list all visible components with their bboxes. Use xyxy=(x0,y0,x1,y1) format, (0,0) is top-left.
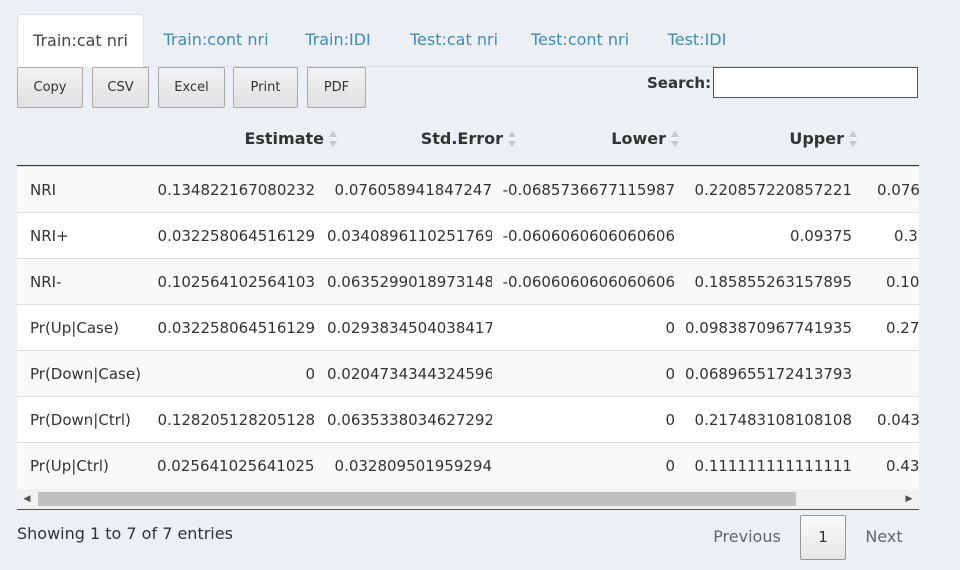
row-label: NRI xyxy=(30,181,57,199)
excel-button[interactable]: Excel xyxy=(158,67,225,108)
tab-bar: Train:cat nri Train:cont nri Train:IDI T… xyxy=(17,14,919,67)
next-page-button[interactable]: Next xyxy=(856,515,912,559)
column-header-label: Estimate xyxy=(244,129,324,148)
table-row: Pr(Up|Case) 0.032258064516129 0.02938345… xyxy=(17,304,919,351)
horizontal-scrollbar[interactable]: ◀ ▶ xyxy=(17,489,919,510)
search-label: Search: xyxy=(647,74,712,92)
row-label: NRI+ xyxy=(30,227,69,245)
estimate-cell: 0.032258064516129 xyxy=(157,227,315,245)
lower-cell: -0.0685736677115987 xyxy=(502,181,675,199)
row-label: NRI- xyxy=(30,273,62,291)
upper-cell: 0.09375 xyxy=(789,227,852,245)
data-table: Estimate Std.Error Lower Upper NRI 0.134… xyxy=(17,113,919,511)
column-header-lower[interactable]: Lower xyxy=(537,113,680,165)
tab-test-idi[interactable]: Test:IDI xyxy=(657,14,737,66)
lower-cell: -0.0606060606060606 xyxy=(502,273,675,291)
upper-cell: 0.217483108108108 xyxy=(694,411,852,429)
csv-button[interactable]: CSV xyxy=(92,67,149,108)
copy-button[interactable]: Copy xyxy=(17,67,83,108)
std-error-cell: 0.0635338034627292 xyxy=(327,411,492,429)
tab-train-cat-nri[interactable]: Train:cat nri xyxy=(17,14,144,67)
upper-cell: 0.0983870967741935 xyxy=(684,319,852,337)
truncated-cell: 0.076 xyxy=(877,181,919,199)
truncated-cell xyxy=(886,351,919,397)
table-header: Estimate Std.Error Lower Upper xyxy=(17,113,919,166)
estimate-cell: 0.128205128205128 xyxy=(157,411,315,429)
scroll-right-icon[interactable]: ▶ xyxy=(899,489,919,509)
lower-cell: -0.0606060606060606 xyxy=(502,227,675,245)
sort-icon xyxy=(849,130,857,147)
estimate-cell: 0.102564102564103 xyxy=(157,273,315,291)
column-header-estimate[interactable]: Estimate xyxy=(177,113,338,165)
estimate-cell: 0.032258064516129 xyxy=(157,319,315,337)
column-header-label: Std.Error xyxy=(420,129,503,148)
search-input[interactable] xyxy=(713,67,918,98)
row-label: Pr(Up|Ctrl) xyxy=(30,457,109,475)
lower-cell: 0 xyxy=(665,365,675,383)
row-label: Pr(Up|Case) xyxy=(30,319,119,337)
column-header-label: Lower xyxy=(611,129,666,148)
estimate-cell: 0.0256410256410256 xyxy=(157,457,315,475)
tab-train-cont-nri[interactable]: Train:cont nri xyxy=(155,14,277,66)
truncated-cell: 0.043 xyxy=(877,411,919,429)
std-error-cell: 0.0340896110251769 xyxy=(327,227,492,245)
sort-icon xyxy=(671,130,679,147)
sort-icon xyxy=(508,130,516,147)
table-row: Pr(Up|Ctrl) 0.0256410256410256 0.0328095… xyxy=(17,442,919,489)
upper-cell: 0.220857220857221 xyxy=(694,181,852,199)
print-button[interactable]: Print xyxy=(233,67,298,108)
lower-cell: 0 xyxy=(665,319,675,337)
lower-cell: 0 xyxy=(665,411,675,429)
upper-cell: 0.111111111111111 xyxy=(694,457,852,475)
sort-icon xyxy=(329,130,337,147)
table-row: NRI- 0.102564102564103 0.063529901897314… xyxy=(17,258,919,305)
std-error-cell: 0.0204734344324596 xyxy=(327,365,492,383)
tab-test-cat-nri[interactable]: Test:cat nri xyxy=(401,14,507,66)
table-info: Showing 1 to 7 of 7 entries xyxy=(17,524,233,543)
row-label: Pr(Down|Case) xyxy=(30,365,141,383)
upper-cell: 0.0689655172413793 xyxy=(684,365,852,383)
column-header-label: Upper xyxy=(789,129,844,148)
upper-cell: 0.185855263157895 xyxy=(694,273,852,291)
truncated-cell: 0.3 xyxy=(894,227,918,245)
estimate-cell: 0.134822167080232 xyxy=(157,181,315,199)
truncated-cell: 0.27 xyxy=(886,319,919,337)
truncated-cell: 0.10 xyxy=(886,273,919,291)
row-label: Pr(Down|Ctrl) xyxy=(30,411,131,429)
tab-test-cont-nri[interactable]: Test:cont nri xyxy=(522,14,638,66)
scrollbar-thumb[interactable] xyxy=(38,492,796,506)
pdf-button[interactable]: PDF xyxy=(307,67,366,108)
table-row: NRI 0.134822167080232 0.076058941847247 … xyxy=(17,166,919,213)
column-header-upper[interactable]: Upper xyxy=(707,113,858,165)
std-error-cell: 0.0635299018973148 xyxy=(327,273,492,291)
std-error-cell: 0.032809501959294 xyxy=(334,457,492,475)
estimate-cell: 0 xyxy=(305,365,315,383)
table-row: Pr(Down|Ctrl) 0.128205128205128 0.063533… xyxy=(17,396,919,443)
lower-cell: 0 xyxy=(665,457,675,475)
table-row: NRI+ 0.032258064516129 0.034089611025176… xyxy=(17,212,919,259)
scroll-left-icon[interactable]: ◀ xyxy=(17,489,37,509)
page-1-button[interactable]: 1 xyxy=(800,515,846,560)
previous-page-button[interactable]: Previous xyxy=(706,515,788,559)
column-header-std-error[interactable]: Std.Error xyxy=(357,113,517,165)
tab-train-idi[interactable]: Train:IDI xyxy=(295,14,381,66)
table-row: Pr(Down|Case) 0 0.0204734344324596 0 0.0… xyxy=(17,350,919,397)
std-error-cell: 0.076058941847247 xyxy=(334,181,492,199)
truncated-cell: 0.43 xyxy=(886,457,919,475)
std-error-cell: 0.0293834504038417 xyxy=(327,319,492,337)
